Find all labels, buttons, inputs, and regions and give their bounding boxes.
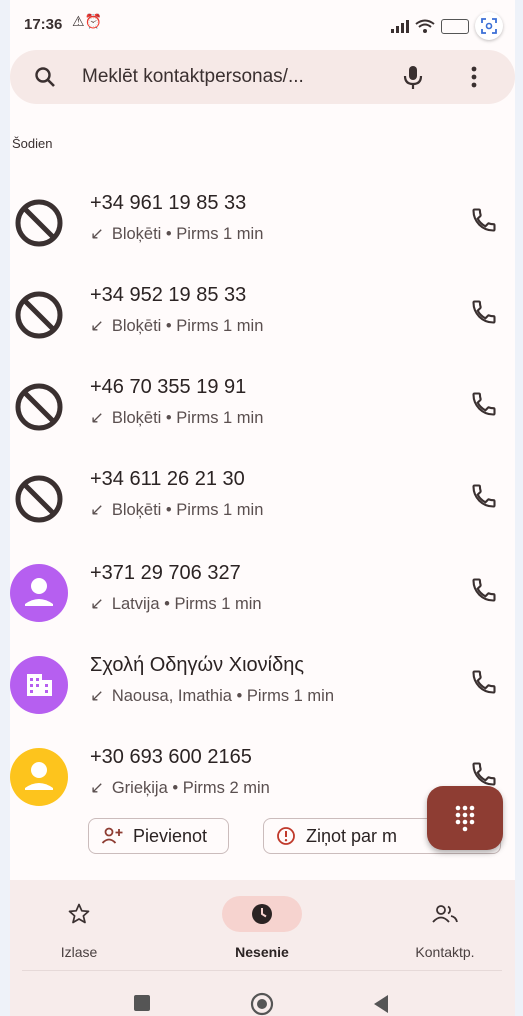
incoming-call-arrow-icon: ↙ [90, 409, 104, 427]
blocked-icon [15, 475, 63, 523]
call-list-item[interactable]: Σχολή Οδηγών Χιονίδης ↙ Naousa, Imathia •… [10, 648, 515, 728]
incoming-call-arrow-icon: ↙ [90, 225, 104, 243]
search-input[interactable]: Meklēt kontaktpersonas/... [82, 66, 304, 88]
blocked-icon [15, 291, 63, 339]
more-vert-icon[interactable] [470, 65, 478, 89]
call-back-phone-icon[interactable] [470, 760, 498, 788]
recent-apps-icon[interactable] [133, 994, 151, 1012]
bottom-navigation: Izlase Nesenie Kontaktp. [10, 880, 515, 972]
back-icon[interactable] [372, 994, 390, 1014]
call-detail-text: Bloķēti • Pirms 1 min [111, 409, 264, 427]
call-list-item[interactable]: +371 29 706 327 ↙ Latvija • Pirms 1 min [10, 556, 515, 636]
add-contact-label: Pievienot [133, 825, 208, 846]
call-detail: ↙ Grieķija • Pirms 2 min [90, 778, 270, 798]
person-avatar-icon [10, 564, 68, 622]
call-detail-text: Naousa, Imathia • Pirms 1 min [111, 687, 335, 705]
incoming-call-arrow-icon: ↙ [90, 687, 104, 705]
screen-search-lens-icon[interactable] [475, 12, 503, 40]
call-detail: ↙ Bloķēti • Pirms 1 min [90, 500, 263, 520]
nav-label-recents: Nesenie [235, 944, 289, 960]
business-avatar-icon [10, 656, 68, 714]
home-icon[interactable] [250, 992, 274, 1016]
caller-name: +30 693 600 2165 [90, 746, 252, 768]
mic-icon[interactable] [402, 64, 424, 90]
search-bar[interactable]: Meklēt kontaktpersonas/... [10, 50, 515, 104]
nav-divider [22, 970, 502, 971]
call-detail-text: Latvija • Pirms 1 min [111, 595, 262, 613]
nav-icon-container [405, 896, 485, 932]
call-back-phone-icon[interactable] [470, 298, 498, 326]
call-detail: ↙ Bloķēti • Pirms 1 min [90, 316, 263, 336]
nav-label-favorites: Izlase [60, 944, 98, 960]
incoming-call-arrow-icon: ↙ [90, 317, 104, 335]
call-list-item[interactable]: +34 961 19 85 33 ↙ Bloķēti • Pirms 1 min [10, 186, 515, 266]
caller-name: +371 29 706 327 [90, 562, 241, 584]
search-icon [35, 67, 55, 87]
signal-icon [391, 19, 409, 33]
nav-icon-container [222, 896, 302, 932]
star-icon [68, 903, 90, 924]
phone-screen: 17:36 ⚠⏰ Meklēt kontaktpersonas/... Šodi… [10, 0, 515, 1016]
caller-name: +46 70 355 19 91 [90, 376, 247, 398]
call-detail: ↙ Bloķēti • Pirms 1 min [90, 224, 263, 244]
section-header-today: Šodien [12, 136, 53, 151]
dialpad-icon [455, 805, 475, 832]
nav-tab-recents[interactable]: Nesenie [197, 880, 327, 972]
contacts-people-icon [432, 905, 458, 923]
blocked-icon [15, 199, 63, 247]
report-spam-label: Ziņot par m [306, 825, 398, 846]
call-detail: ↙ Naousa, Imathia • Pirms 1 min [90, 686, 334, 706]
nav-icon-container [39, 896, 119, 932]
battery-icon [441, 18, 469, 34]
incoming-call-arrow-icon: ↙ [90, 501, 104, 519]
wifi-icon [415, 19, 435, 33]
call-detail: ↙ Bloķēti • Pirms 1 min [90, 408, 263, 428]
call-detail-text: Grieķija • Pirms 2 min [111, 779, 270, 797]
status-bar: 17:36 ⚠⏰ [10, 0, 515, 44]
status-right-icons [391, 12, 503, 40]
nav-tab-contacts[interactable]: Kontaktp. [380, 880, 510, 972]
add-person-icon [101, 827, 123, 844]
call-detail-text: Bloķēti • Pirms 1 min [111, 225, 264, 243]
status-time: 17:36 [24, 16, 63, 33]
call-detail: ↙ Latvija • Pirms 1 min [90, 594, 262, 614]
clock-icon [252, 904, 272, 924]
caller-name: +34 611 26 21 30 [90, 468, 245, 490]
caller-name: +34 961 19 85 33 [90, 192, 247, 214]
call-list-item[interactable]: +46 70 355 19 91 ↙ Bloķēti • Pirms 1 min [10, 370, 515, 450]
call-back-phone-icon[interactable] [470, 482, 498, 510]
dialpad-button[interactable] [427, 786, 503, 850]
report-alert-icon [277, 827, 295, 845]
call-back-phone-icon[interactable] [470, 390, 498, 418]
caller-name: Σχολή Οδηγών Χιονίδης [90, 654, 304, 676]
call-list-item[interactable]: +34 952 19 85 33 ↙ Bloķēti • Pirms 1 min [10, 278, 515, 358]
call-list-item[interactable]: +34 611 26 21 30 ↙ Bloķēti • Pirms 1 min [10, 462, 515, 542]
call-back-phone-icon[interactable] [470, 668, 498, 696]
call-detail-text: Bloķēti • Pirms 1 min [111, 501, 264, 519]
person-avatar-icon [10, 748, 68, 806]
incoming-call-arrow-icon: ↙ [90, 595, 104, 613]
incoming-call-arrow-icon: ↙ [90, 779, 104, 797]
caller-name: +34 952 19 85 33 [90, 284, 247, 306]
status-notification-icons: ⚠⏰ [72, 13, 102, 29]
add-contact-button[interactable]: Pievienot [88, 818, 229, 854]
call-back-phone-icon[interactable] [470, 206, 498, 234]
system-navigation-bar [10, 972, 515, 1016]
blocked-icon [15, 383, 63, 431]
nav-label-contacts: Kontaktp. [415, 944, 475, 960]
nav-tab-favorites[interactable]: Izlase [14, 880, 144, 972]
call-back-phone-icon[interactable] [470, 576, 498, 604]
call-detail-text: Bloķēti • Pirms 1 min [111, 317, 264, 335]
